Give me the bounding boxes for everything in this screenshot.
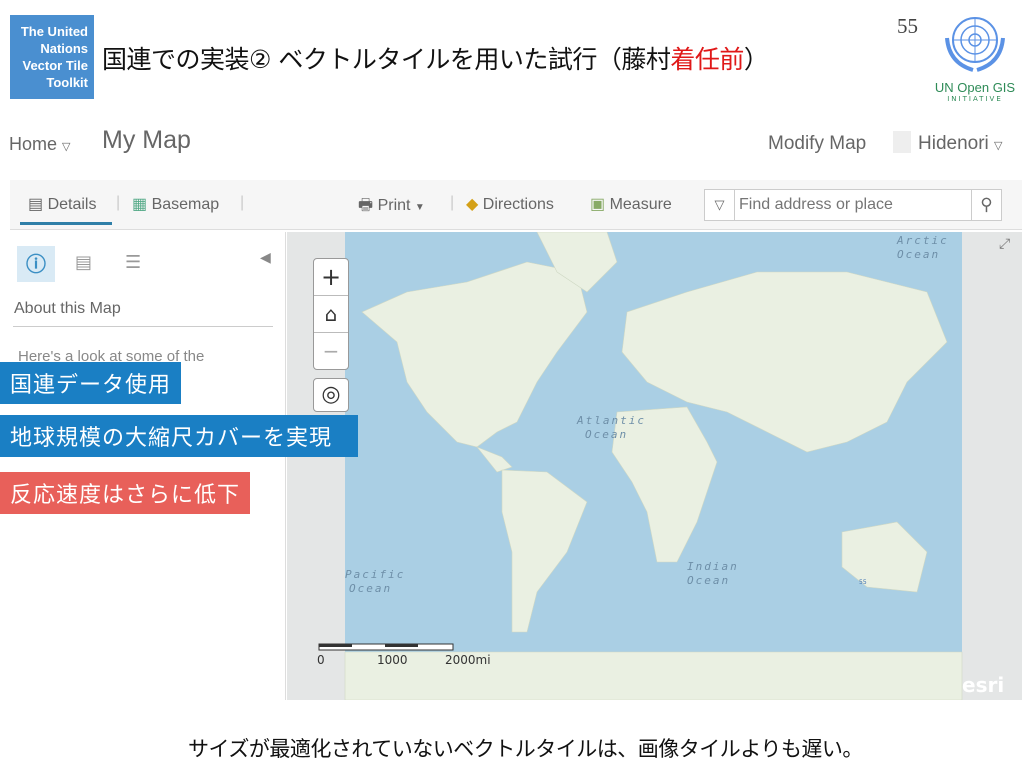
divider: | xyxy=(240,194,245,211)
title-text: 国連での実装② ベクトルタイルを用いた試行（藤村 xyxy=(102,45,671,74)
arctic-ocean-label: Ocean xyxy=(897,248,940,261)
indian-ocean-label: Ocean xyxy=(687,574,730,587)
caret-down-icon: ▼ xyxy=(414,202,425,213)
title-highlight: 着任前 xyxy=(670,45,744,74)
toolbar: ▤ Details | ▦ Basemap | 🖶 Print ▼ | ◆ Di… xyxy=(10,180,1022,230)
chevron-down-icon: ▽ xyxy=(994,140,1003,152)
divider: | xyxy=(450,194,455,211)
map-title: My Map xyxy=(102,126,191,154)
print-label: Print xyxy=(377,197,411,214)
search-source-dropdown[interactable]: ▽ xyxy=(705,190,735,220)
basemap-label: Basemap xyxy=(151,196,220,213)
basemap-button[interactable]: ▦ Basemap xyxy=(132,194,219,214)
measure-label: Measure xyxy=(609,196,672,213)
details-panel: ⓘ ▤ ☰ ◀ About this Map Here's a look at … xyxy=(10,232,286,700)
info-icon[interactable]: ⓘ xyxy=(17,246,55,282)
details-label: Details xyxy=(47,196,97,213)
app-header: Home ▽ My Map Modify Map Hidenori ▽ xyxy=(0,120,1024,170)
slide-title: 国連での実装② ベクトルタイルを用いた試行（藤村着任前） xyxy=(102,40,769,76)
search-input[interactable] xyxy=(739,194,969,216)
vector-tile-toolkit-logo: The United Nations Vector Tile Toolkit xyxy=(10,15,94,99)
un-emblem-icon xyxy=(945,17,1005,72)
directions-icon: ◆ xyxy=(466,196,479,213)
print-button[interactable]: 🖶 Print ▼ xyxy=(358,194,425,221)
un-logo-subtext: INITIATIVE xyxy=(947,95,1003,103)
directions-button[interactable]: ◆ Directions xyxy=(466,194,554,214)
arctic-ocean-label: Arctic xyxy=(896,234,949,247)
expand-icon[interactable]: ⤢ xyxy=(999,236,1010,252)
zoom-in-button[interactable]: + xyxy=(314,259,348,296)
locate-icon: ◎ xyxy=(321,382,341,407)
home-label: Home xyxy=(9,134,58,154)
logo-line: The United xyxy=(20,24,88,39)
about-heading: About this Map xyxy=(14,300,121,317)
un-logo-text: UN Open GIS xyxy=(934,80,1016,95)
scale-label: 0 xyxy=(317,653,325,667)
avatar xyxy=(893,131,911,153)
pacific-ocean-label: Pacific xyxy=(345,568,405,581)
home-menu[interactable]: Home ▽ xyxy=(9,134,71,155)
callout-global-coverage: 地球規模の大縮尺カバーを実現 xyxy=(0,415,359,457)
printer-icon: 🖶 xyxy=(358,197,374,214)
directions-label: Directions xyxy=(482,196,554,213)
pacific-ocean-label: Ocean xyxy=(349,582,392,595)
details-tab[interactable]: ▤ Details xyxy=(28,194,96,214)
logo-line: Vector Tile xyxy=(22,58,88,73)
active-tab-indicator xyxy=(20,222,112,225)
logo-line: Nations xyxy=(40,41,88,56)
zoom-control: + ⌂ − xyxy=(313,258,349,370)
divider: | xyxy=(116,194,121,211)
page-number: 55 xyxy=(897,14,918,38)
measure-button[interactable]: ▣ Measure xyxy=(590,194,672,214)
atlantic-ocean-label: Atlantic xyxy=(576,414,646,427)
search-box: ▽ ⚲ xyxy=(704,189,1002,221)
callout-slower-response: 反応速度はさらに低下 xyxy=(0,472,251,514)
world-map: Arctic Ocean Atlantic Ocean Pacific Ocea… xyxy=(317,232,1010,700)
scale-label: 2000mi xyxy=(445,653,491,667)
zoom-out-button[interactable]: − xyxy=(314,333,348,369)
divider xyxy=(13,326,273,327)
map-view[interactable]: Arctic Ocean Atlantic Ocean Pacific Ocea… xyxy=(287,232,1022,700)
chevron-down-icon: ▽ xyxy=(62,141,71,153)
esri-logo: esri xyxy=(962,673,1004,697)
slide-caption: サイズが最適化されていないベクトルタイルは、画像タイルよりも遅い。 xyxy=(188,737,863,761)
measure-icon: ▣ xyxy=(590,196,606,213)
legend-icon[interactable]: ☰ xyxy=(125,252,141,273)
home-extent-button[interactable]: ⌂ xyxy=(314,296,348,333)
basemap-icon: ▦ xyxy=(132,196,148,213)
modify-map-link[interactable]: Modify Map xyxy=(768,133,866,155)
un-open-gis-logo: UN Open GIS INITIATIVE xyxy=(930,8,1020,108)
indian-ocean-label: Indian xyxy=(687,560,739,573)
logo-line: Toolkit xyxy=(46,75,88,90)
atlantic-ocean-label: Ocean xyxy=(585,428,628,441)
collapse-panel-icon[interactable]: ◀ xyxy=(260,250,271,266)
map-small-label: 55 xyxy=(859,579,867,586)
scale-label: 1000 xyxy=(377,653,408,667)
locate-button[interactable]: ◎ xyxy=(313,378,349,412)
user-name: Hidenori xyxy=(918,133,989,154)
home-icon: ⌂ xyxy=(324,302,338,326)
antarctica xyxy=(344,651,963,700)
title-end: ） xyxy=(743,45,769,74)
details-icon: ▤ xyxy=(28,196,44,213)
user-menu[interactable]: Hidenori ▽ xyxy=(918,133,1003,155)
search-icon[interactable]: ⚲ xyxy=(971,190,1001,220)
content-icon[interactable]: ▤ xyxy=(75,252,92,273)
callout-un-data: 国連データ使用 xyxy=(0,362,182,404)
